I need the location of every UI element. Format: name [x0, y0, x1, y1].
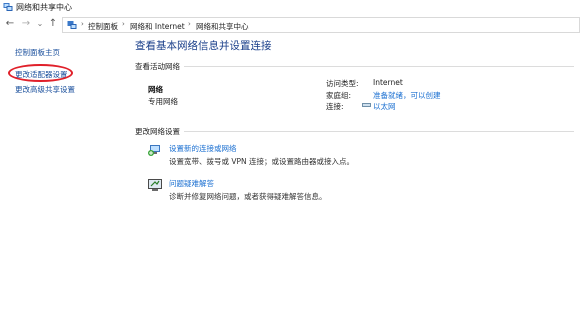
- control-panel-icon: [67, 21, 77, 29]
- access-type-label: 访问类型:: [326, 79, 359, 88]
- network-center-icon: [3, 3, 13, 11]
- homegroup-link[interactable]: 准备就绪，可以创建: [373, 90, 441, 101]
- breadcrumb-separator: ›: [81, 20, 84, 28]
- forward-icon[interactable]: →: [20, 18, 32, 30]
- troubleshoot-link[interactable]: 问题疑难解答: [169, 178, 214, 189]
- window-title: 网络和共享中心: [16, 3, 72, 12]
- sidebar-item-control-panel-home[interactable]: 控制面板主页: [15, 47, 60, 58]
- section-divider: [184, 131, 574, 132]
- recent-locations-icon[interactable]: ⌄: [34, 18, 46, 30]
- breadcrumb-network-internet[interactable]: 网络和 Internet: [130, 21, 185, 32]
- access-type-value: Internet: [373, 78, 403, 87]
- sidebar-item-advanced-sharing-settings[interactable]: 更改高级共享设置: [15, 84, 75, 95]
- ethernet-icon: [362, 103, 371, 107]
- breadcrumb-separator[interactable]: ›: [188, 20, 191, 28]
- connection-label: 连接:: [326, 102, 344, 111]
- setup-new-connection-link[interactable]: 设置新的连接或网络: [169, 143, 237, 154]
- troubleshoot-description: 诊断并修复网络问题，或者获得疑难解答信息。: [169, 192, 327, 201]
- address-bar[interactable]: › 控制面板 › 网络和 Internet › 网络和共享中心: [62, 17, 580, 33]
- active-networks-heading: 查看活动网络: [135, 62, 180, 71]
- breadcrumb-control-panel[interactable]: 控制面板: [88, 21, 118, 32]
- back-icon[interactable]: ←: [4, 18, 16, 30]
- breadcrumb-network-sharing-center[interactable]: 网络和共享中心: [196, 21, 249, 32]
- navigation-bar: ← → ⌄ ↑ › 控制面板 › 网络和 Internet › 网络和共享中心: [0, 16, 580, 34]
- homegroup-label: 家庭组:: [326, 91, 352, 100]
- title-bar: 网络和共享中心: [0, 0, 580, 14]
- new-connection-icon: [148, 145, 160, 156]
- setup-new-connection-description: 设置宽带、拨号或 VPN 连接；或设置路由器或接入点。: [169, 157, 355, 166]
- network-name: 网络: [148, 85, 163, 94]
- ethernet-link[interactable]: 以太网: [373, 101, 396, 112]
- up-icon[interactable]: ↑: [47, 18, 59, 30]
- troubleshoot-icon: [148, 179, 162, 191]
- breadcrumb-separator[interactable]: ›: [122, 20, 125, 28]
- section-divider: [184, 66, 574, 67]
- highlight-annotation: [8, 64, 73, 82]
- change-settings-heading: 更改网络设置: [135, 127, 180, 136]
- network-type: 专用网络: [148, 97, 178, 106]
- page-title: 查看基本网络信息并设置连接: [135, 40, 272, 52]
